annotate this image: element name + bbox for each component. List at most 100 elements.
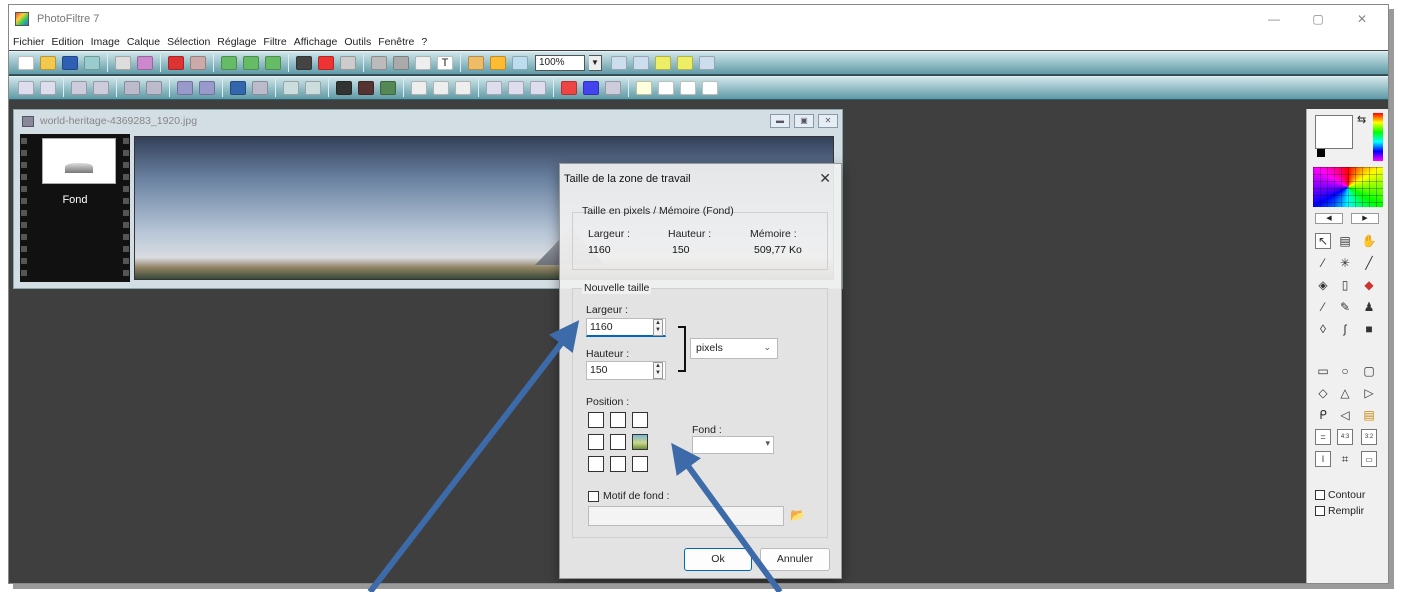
menu-image[interactable]: Image xyxy=(91,36,120,48)
eyedropper-icon[interactable]: ⁄ xyxy=(1315,255,1331,271)
save-icon[interactable] xyxy=(62,56,78,70)
cancel-button[interactable]: Annuler xyxy=(760,548,830,571)
balance-icon[interactable] xyxy=(252,81,268,95)
gamma-plus-icon[interactable] xyxy=(146,81,162,95)
saturation-minus-icon[interactable] xyxy=(177,81,193,95)
browser-icon[interactable] xyxy=(512,56,528,70)
pattern-path-input[interactable] xyxy=(588,506,784,526)
open-file-icon[interactable] xyxy=(40,56,56,70)
picker-icon[interactable]: ▤ xyxy=(1337,233,1353,249)
unit-select[interactable]: pixels ⌄ xyxy=(690,338,778,359)
position-top-right[interactable] xyxy=(632,412,648,428)
undo-icon[interactable] xyxy=(168,56,184,70)
eraser-icon[interactable]: ◆ xyxy=(1361,277,1377,293)
print-icon[interactable] xyxy=(115,56,131,70)
fill-bucket-icon[interactable]: ◈ xyxy=(1315,277,1331,293)
paste-as-new-icon[interactable] xyxy=(265,56,281,70)
image-restore-button[interactable]: ▣ xyxy=(794,114,814,128)
smudge-icon[interactable]: ʃ xyxy=(1337,321,1353,337)
stamp-icon[interactable]: ♟ xyxy=(1361,299,1377,315)
menu-calque[interactable]: Calque xyxy=(127,36,160,48)
layer-icon[interactable] xyxy=(296,56,312,70)
triangle-icon[interactable]: △ xyxy=(1337,385,1353,401)
image-close-button[interactable]: ✕ xyxy=(818,114,838,128)
sharpen-icon[interactable] xyxy=(433,81,449,95)
transform-icon[interactable]: ⌗ xyxy=(1337,451,1353,467)
position-bottom-right[interactable] xyxy=(632,456,648,472)
zoom-out-icon[interactable] xyxy=(633,56,649,70)
position-bottom-center[interactable] xyxy=(610,456,626,472)
text-icon[interactable]: T xyxy=(437,56,453,70)
image-size-icon[interactable] xyxy=(371,56,387,70)
contour-checkbox[interactable] xyxy=(1315,490,1325,500)
clone-icon[interactable]: ■ xyxy=(1361,321,1377,337)
width-spin-icon[interactable]: ▲ ▼ xyxy=(653,319,663,336)
advanced-brush-icon[interactable]: ✎ xyxy=(1337,299,1353,315)
save-as-icon[interactable] xyxy=(84,56,100,70)
fill-checkbox[interactable] xyxy=(1315,506,1325,516)
text-cursor-icon[interactable]: I xyxy=(1315,451,1331,467)
polygon-lasso-icon[interactable]: ◁ xyxy=(1337,407,1353,423)
foreground-color-swatch[interactable] xyxy=(1315,115,1353,149)
saturation-plus-icon[interactable] xyxy=(199,81,215,95)
scan-icon[interactable] xyxy=(137,56,153,70)
fill-icon[interactable] xyxy=(702,81,718,95)
sharpen-more-icon[interactable] xyxy=(455,81,471,95)
position-middle-left[interactable] xyxy=(588,434,604,450)
swap-colors-icon[interactable]: ⇆ xyxy=(1357,113,1366,126)
menu-filtre[interactable]: Filtre xyxy=(263,36,286,48)
menu-reglage[interactable]: Réglage xyxy=(217,36,256,48)
paste-icon[interactable] xyxy=(243,56,259,70)
image-minimize-button[interactable]: ▬ xyxy=(770,114,790,128)
ok-button[interactable]: Ok xyxy=(684,548,752,571)
menu-fichier[interactable]: Fichier xyxy=(13,36,45,48)
magic-wand-icon[interactable]: ✳ xyxy=(1337,255,1353,271)
rectangle-icon[interactable]: ▭ xyxy=(1315,363,1331,379)
zoom-dropdown-icon[interactable]: ▼ xyxy=(589,55,602,71)
pattern-checkbox[interactable] xyxy=(588,491,599,502)
line-icon[interactable]: ╱ xyxy=(1361,255,1377,271)
gamma-minus-icon[interactable] xyxy=(124,81,140,95)
brush-icon[interactable]: ⁄ xyxy=(1315,299,1331,315)
contrast-plus-icon[interactable] xyxy=(93,81,109,95)
effects-icon[interactable] xyxy=(468,56,484,70)
relief-icon[interactable] xyxy=(486,81,502,95)
automatic-icon[interactable] xyxy=(490,56,506,70)
minimize-button[interactable]: — xyxy=(1252,5,1296,33)
color-spectrum[interactable] xyxy=(1373,113,1383,161)
position-middle-right-selected[interactable] xyxy=(632,434,648,450)
rounded-rect-icon[interactable]: ▢ xyxy=(1361,363,1377,379)
palette-prev-button[interactable]: ◀ xyxy=(1315,213,1343,224)
menu-affichage[interactable]: Affichage xyxy=(294,36,338,48)
open-shape-icon[interactable]: ▤ xyxy=(1361,407,1377,423)
hand-icon[interactable]: ✋ xyxy=(1361,233,1377,249)
menu-fenetre[interactable]: Fenêtre xyxy=(378,36,414,48)
canvas-size-icon[interactable] xyxy=(393,56,409,70)
select-arrow-icon[interactable]: ↖ xyxy=(1315,233,1331,249)
menu-outils[interactable]: Outils xyxy=(344,36,371,48)
background-color-swatch[interactable] xyxy=(1317,149,1325,157)
sepia-icon[interactable] xyxy=(358,81,374,95)
crop-icon[interactable] xyxy=(415,56,431,70)
frame-icon[interactable] xyxy=(658,81,674,95)
blur-drop-icon[interactable]: ◊ xyxy=(1315,321,1331,337)
stencil-icon[interactable] xyxy=(636,81,652,95)
auto-levels-icon[interactable] xyxy=(283,81,299,95)
menu-selection[interactable]: Sélection xyxy=(167,36,210,48)
negative-icon[interactable] xyxy=(380,81,396,95)
mirror-horizontal-icon[interactable] xyxy=(561,81,577,95)
blur-icon[interactable] xyxy=(411,81,427,95)
position-center[interactable] xyxy=(610,434,626,450)
height-spin-icon[interactable]: ▲ ▼ xyxy=(653,362,663,379)
rotate-icon[interactable] xyxy=(605,81,621,95)
triangle-right-icon[interactable]: ▷ xyxy=(1361,385,1377,401)
contour-option[interactable]: Contour xyxy=(1315,489,1365,501)
spray-icon[interactable]: ▯ xyxy=(1337,277,1353,293)
dialog-close-icon[interactable]: ✕ xyxy=(819,170,831,187)
position-top-left[interactable] xyxy=(588,412,604,428)
contrast-minus-icon[interactable] xyxy=(71,81,87,95)
brightness-plus-icon[interactable] xyxy=(40,81,56,95)
close-window-button[interactable]: ✕ xyxy=(1340,5,1384,33)
position-top-center[interactable] xyxy=(610,412,626,428)
menu-help[interactable]: ? xyxy=(421,36,427,48)
